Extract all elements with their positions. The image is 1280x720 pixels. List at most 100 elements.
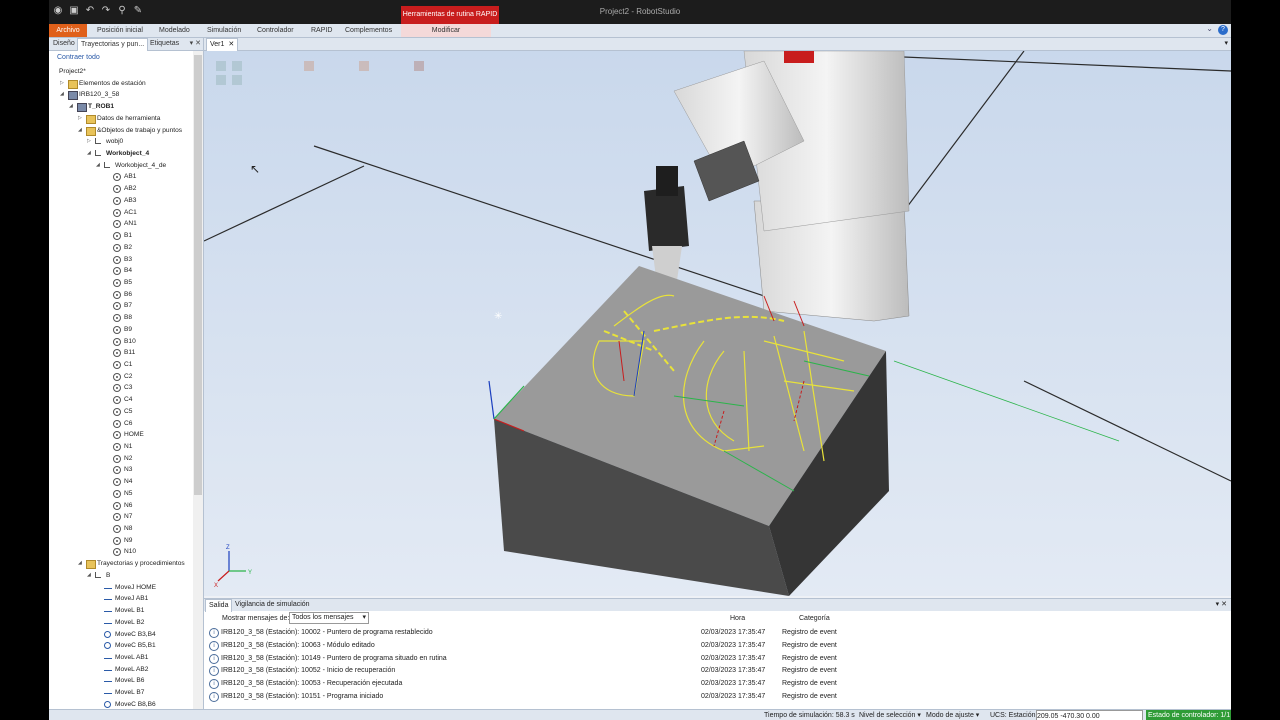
tab-salida[interactable]: Salida	[205, 599, 233, 612]
tree-item[interactable]: ◢ B	[49, 570, 191, 582]
expand-icon[interactable]: ◢	[60, 89, 64, 101]
tree-item[interactable]: B1	[49, 230, 191, 242]
tree-scrollbar[interactable]	[193, 51, 203, 711]
tab-controlador[interactable]: Controlador	[253, 24, 298, 37]
tree-item[interactable]: B9	[49, 324, 191, 336]
message-row[interactable]: i IRB120_3_58 (Estación): 10151 - Program…	[209, 690, 1219, 703]
tree-item[interactable]: HOME	[49, 429, 191, 441]
tab-ver1[interactable]: Ver1 ✕	[206, 38, 239, 51]
message-row[interactable]: i IRB120_3_58 (Estación): 10002 - Puntero…	[209, 626, 1219, 639]
tree-item[interactable]: N2	[49, 453, 191, 465]
tree-item[interactable]: N1	[49, 441, 191, 453]
tab-modelado[interactable]: Modelado	[155, 24, 194, 37]
help-icon[interactable]: ?	[1218, 25, 1228, 35]
tree-item[interactable]: MoveL B6	[49, 675, 191, 687]
tree-item[interactable]: AN1	[49, 218, 191, 230]
tab-diseno[interactable]: Diseño	[50, 38, 78, 50]
tree-item[interactable]: B8	[49, 312, 191, 324]
ucs-label[interactable]: UCS: Estación	[990, 710, 1036, 720]
tree-item[interactable]: N4	[49, 476, 191, 488]
tab-simulacion[interactable]: Simulación	[203, 24, 245, 37]
snap-mode-menu[interactable]: Modo de ajuste ▾	[926, 710, 979, 720]
tree-item[interactable]: ◢ Workobject_4_de	[49, 160, 191, 172]
view-menu-icon[interactable]: ▾	[1224, 39, 1228, 47]
tree-item[interactable]: AC1	[49, 207, 191, 219]
panel-menu-icon[interactable]: ▾ ✕	[190, 39, 201, 47]
tab-complementos[interactable]: Complementos	[341, 24, 396, 37]
tree-item[interactable]: MoveJ HOME	[49, 582, 191, 594]
tree-item[interactable]: N3	[49, 464, 191, 476]
tree-item[interactable]: MoveC B5,B1	[49, 640, 191, 652]
tree-item[interactable]: B7	[49, 300, 191, 312]
tab-trayectorias[interactable]: Trayectorias y pun...	[77, 38, 149, 51]
tree-item[interactable]: B6	[49, 289, 191, 301]
tree-item[interactable]: MoveJ AB1	[49, 593, 191, 605]
tree-item[interactable]: B4	[49, 265, 191, 277]
tree-item[interactable]: MoveL B2	[49, 617, 191, 629]
tab-modificar[interactable]: Modificar	[401, 24, 491, 37]
expand-icon[interactable]: ◢	[87, 570, 91, 582]
ribbon-collapse-icon[interactable]: ⌄	[1206, 24, 1213, 33]
tree-item[interactable]: AB1	[49, 171, 191, 183]
tab-vigilancia[interactable]: Vigilancia de simulación	[232, 599, 313, 611]
3d-scene[interactable]: ↖ ✳ Z X Y	[203, 50, 1231, 596]
close-icon[interactable]: ✕	[228, 41, 234, 48]
tree-item[interactable]: N9	[49, 535, 191, 547]
tab-archivo[interactable]: Archivo	[49, 24, 87, 37]
expand-icon[interactable]: ◢	[87, 148, 91, 160]
tree-scrollbar-thumb[interactable]	[194, 55, 202, 495]
expand-icon[interactable]: ▷	[78, 113, 82, 125]
expand-icon[interactable]: ◢	[78, 558, 82, 570]
tree-item[interactable]: C5	[49, 406, 191, 418]
expand-icon[interactable]: ◢	[78, 125, 82, 137]
tree-item[interactable]: B11	[49, 347, 191, 359]
message-row[interactable]: i IRB120_3_58 (Estación): 10063 - Módulo …	[209, 639, 1219, 652]
col-time-header[interactable]: Hora	[730, 615, 745, 622]
tree-item[interactable]: ◢ &Objetos de trabajo y puntos	[49, 125, 191, 137]
tree-item[interactable]: N8	[49, 523, 191, 535]
tree-item[interactable]: B5	[49, 277, 191, 289]
tree-item[interactable]: C6	[49, 418, 191, 430]
tree-item[interactable]: N5	[49, 488, 191, 500]
tree-item[interactable]: B10	[49, 336, 191, 348]
tab-etiquetas[interactable]: Etiquetas	[147, 38, 182, 50]
tree-item[interactable]: MoveL B7	[49, 687, 191, 699]
tree-item[interactable]: N7	[49, 511, 191, 523]
tree-item[interactable]: N10	[49, 546, 191, 558]
output-close-icon[interactable]: ▾ ✕	[1216, 600, 1227, 608]
tree-item[interactable]: MoveL AB1	[49, 652, 191, 664]
tree-item[interactable]: AB3	[49, 195, 191, 207]
tree-item[interactable]: C3	[49, 382, 191, 394]
expand-icon[interactable]: ▷	[87, 136, 91, 148]
tree-item[interactable]: C4	[49, 394, 191, 406]
tree-item[interactable]: ◢ Workobject_4	[49, 148, 191, 160]
col-category-header[interactable]: Categoría	[799, 615, 830, 622]
message-filter-select[interactable]: Todos los mensajes ▾	[289, 612, 369, 624]
tree-item[interactable]: B3	[49, 254, 191, 266]
tree-item[interactable]: ◢ T_ROB1	[49, 101, 191, 113]
tab-posicion-inicial[interactable]: Posición inicial	[93, 24, 147, 37]
tree-item[interactable]: ▷ Datos de herramienta	[49, 113, 191, 125]
tree-item[interactable]: MoveC B3,B4	[49, 629, 191, 641]
selection-level-menu[interactable]: Nivel de selección ▾	[859, 710, 921, 720]
expand-icon[interactable]: ▷	[60, 78, 64, 90]
tree-item[interactable]: C1	[49, 359, 191, 371]
tree-item[interactable]: Project2*	[49, 66, 191, 78]
tab-rapid[interactable]: RAPID	[307, 24, 336, 37]
tree-item[interactable]: C2	[49, 371, 191, 383]
tree-item[interactable]: ◢ Trayectorias y procedimientos	[49, 558, 191, 570]
collapse-all-link[interactable]: Contraer todo	[49, 51, 203, 64]
expand-icon[interactable]: ◢	[69, 101, 73, 113]
tree-item[interactable]: N6	[49, 500, 191, 512]
tree-item[interactable]: ▷ Elementos de estación	[49, 78, 191, 90]
message-row[interactable]: i IRB120_3_58 (Estación): 10052 - Inicio …	[209, 664, 1219, 677]
tree-item[interactable]: ◢ IRB120_3_58	[49, 89, 191, 101]
controller-state-badge[interactable]: Estado de controlador: 1/1	[1146, 710, 1231, 720]
3d-viewport[interactable]: ↖ ✳ Z X Y	[203, 50, 1231, 596]
tree-item[interactable]: ▷ wobj0	[49, 136, 191, 148]
expand-icon[interactable]: ◢	[96, 160, 100, 172]
tree-item[interactable]: AB2	[49, 183, 191, 195]
message-row[interactable]: i IRB120_3_58 (Estación): 10053 - Recuper…	[209, 677, 1219, 690]
tree-item[interactable]: B2	[49, 242, 191, 254]
message-row[interactable]: i IRB120_3_58 (Estación): 10149 - Puntero…	[209, 652, 1219, 665]
